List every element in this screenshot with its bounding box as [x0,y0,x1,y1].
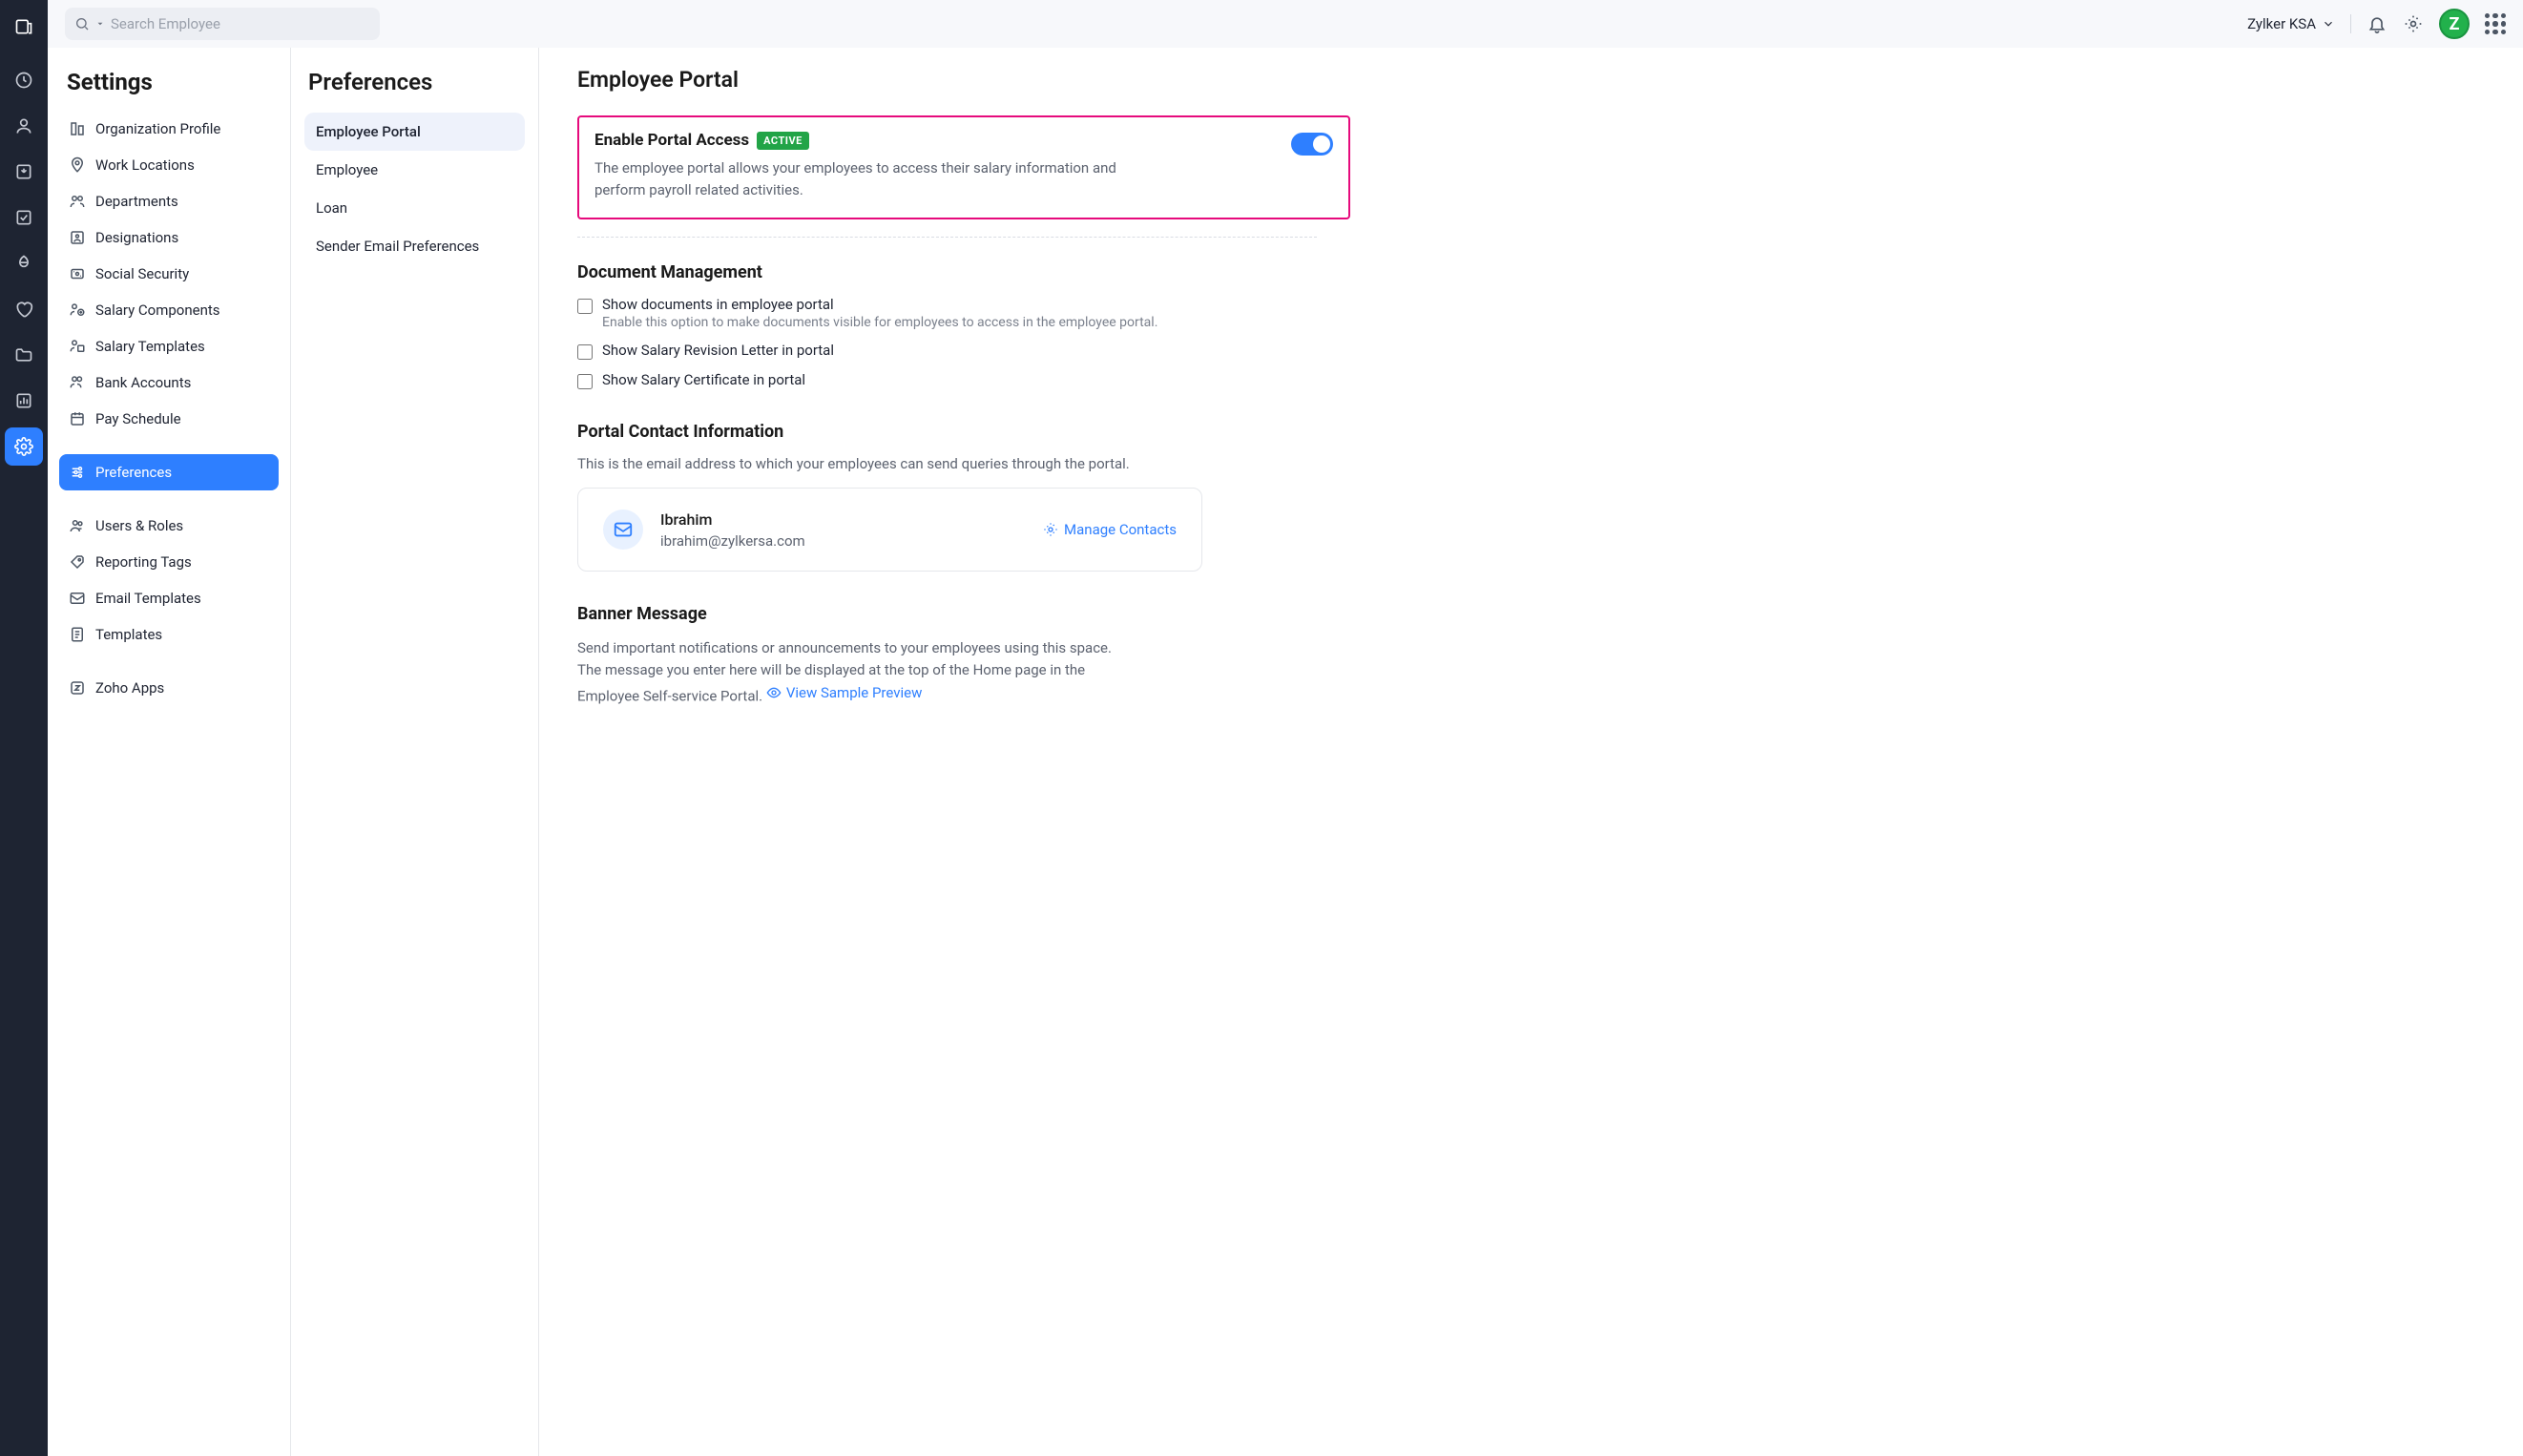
search-icon [74,16,90,31]
pref-item-loan[interactable]: Loan [304,189,525,227]
manage-contacts-link[interactable]: Manage Contacts [1043,521,1177,538]
checkbox-salary-revision[interactable]: Show Salary Revision Letter in portal [577,342,2485,360]
sidebar-item-reporting-tags[interactable]: Reporting Tags [59,544,279,580]
sidebar-item-email-templates[interactable]: Email Templates [59,580,279,616]
enable-portal-card: Enable Portal Access ACTIVE The employee… [577,115,1350,219]
checkbox-input[interactable] [577,344,593,360]
banner-message-section: Banner Message Send important notificati… [577,604,2485,707]
sidebar-item-social-security[interactable]: Social Security [59,256,279,292]
pref-item-sender-email[interactable]: Sender Email Preferences [304,227,525,265]
view-sample-preview-link[interactable]: View Sample Preview [766,682,923,704]
employees-icon[interactable] [5,107,43,145]
sidebar-item-org-profile[interactable]: Organization Profile [59,111,279,147]
checkbox-show-documents[interactable]: Show documents in employee portal Enable… [577,296,2485,330]
pref-item-employee[interactable]: Employee [304,151,525,189]
settings-title: Settings [59,65,279,111]
contact-email: ibrahim@zylkersa.com [660,532,805,550]
benefits-icon[interactable] [5,290,43,328]
contact-name: Ibrahim [660,510,805,529]
checkbox-input[interactable] [577,299,593,314]
sidebar-item-bank-accounts[interactable]: Bank Accounts [59,364,279,401]
sidebar-item-work-locations[interactable]: Work Locations [59,147,279,183]
notifications-icon[interactable] [2367,13,2387,34]
dashboard-icon[interactable] [5,61,43,99]
settings-icon[interactable] [5,427,43,466]
page-body: Employee Portal Enable Portal Access ACT… [539,48,2523,1456]
pref-title: Preferences [304,65,525,113]
search-input[interactable] [111,15,370,32]
sidebar-item-zoho-apps[interactable]: Zoho Apps [59,670,279,706]
chevron-down-icon[interactable] [95,19,105,29]
page-title: Employee Portal [577,67,2485,93]
settings-gear-icon[interactable] [2403,13,2424,34]
org-switcher[interactable]: Zylker KSA [2247,15,2335,32]
portal-contact-section: Portal Contact Information This is the e… [577,422,2485,572]
mail-icon [603,510,643,550]
divider [2350,14,2351,33]
banner-heading: Banner Message [577,604,2485,624]
reports-icon[interactable] [5,382,43,420]
avatar[interactable]: Z [2439,9,2470,39]
sidebar-item-templates[interactable]: Templates [59,616,279,653]
eye-icon [766,685,782,700]
sidebar-item-users-roles[interactable]: Users & Roles [59,508,279,544]
app-logo-icon[interactable] [5,8,43,46]
documents-icon[interactable] [5,336,43,374]
approvals-icon[interactable] [5,198,43,237]
pref-item-employee-portal[interactable]: Employee Portal [304,113,525,151]
chevron-down-icon [2322,17,2335,31]
sidebar-item-salary-templates[interactable]: Salary Templates [59,328,279,364]
sidebar-item-designations[interactable]: Designations [59,219,279,256]
checkbox-salary-certificate[interactable]: Show Salary Certificate in portal [577,371,2485,389]
doc-mgmt-heading: Document Management [577,262,2485,282]
sidebar-item-pay-schedule[interactable]: Pay Schedule [59,401,279,437]
checkbox-input[interactable] [577,374,593,389]
document-management-section: Document Management Show documents in em… [577,262,2485,389]
preferences-sidebar: Preferences Employee Portal Employee Loa… [291,48,539,1456]
banner-desc: Send important notifications or announce… [577,637,1131,707]
org-name: Zylker KSA [2247,15,2316,32]
enable-portal-heading: Enable Portal Access ACTIVE [594,131,1276,150]
contact-heading: Portal Contact Information [577,422,2485,442]
imports-icon[interactable] [5,153,43,191]
enable-portal-toggle[interactable] [1291,133,1333,156]
active-badge: ACTIVE [757,132,809,150]
topbar: Zylker KSA Z [48,0,2523,48]
sidebar-item-salary-components[interactable]: Salary Components [59,292,279,328]
apps-launcher-icon[interactable] [2485,13,2506,34]
enable-portal-desc: The employee portal allows your employee… [594,157,1167,200]
divider [577,237,1317,238]
search-box[interactable] [65,8,380,40]
loans-icon[interactable] [5,244,43,282]
icon-nav-rail [0,0,48,1456]
contact-desc: This is the email address to which your … [577,455,2485,472]
settings-sidebar: Settings Organization Profile Work Locat… [48,48,291,1456]
contact-card: Ibrahim ibrahim@zylkersa.com Manage Cont… [577,488,1202,572]
sidebar-item-preferences[interactable]: Preferences [59,454,279,490]
avatar-initial: Z [2450,14,2460,34]
gear-icon [1043,522,1058,537]
sidebar-item-departments[interactable]: Departments [59,183,279,219]
